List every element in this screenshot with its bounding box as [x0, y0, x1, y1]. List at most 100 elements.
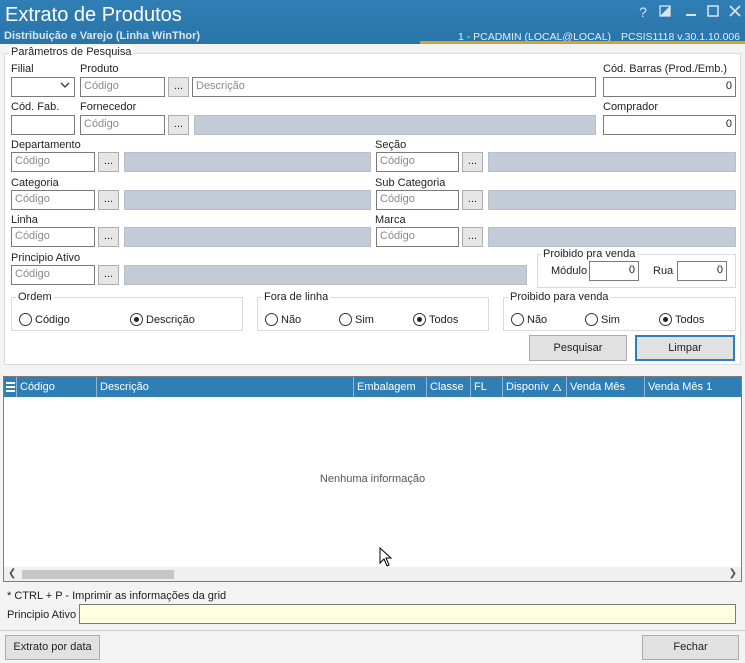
linha-label: Linha	[11, 214, 38, 226]
filial-label: Filial	[11, 63, 34, 75]
sub-categoria-code-input[interactable]: Código	[376, 190, 459, 210]
grid-empty-message: Nenhuma informação	[319, 473, 426, 485]
rua-input[interactable]: 0	[677, 261, 727, 281]
radio-icon	[413, 313, 426, 326]
results-grid[interactable]: Código Descrição Embalagem Classe FL Dis…	[3, 376, 742, 582]
categoria-code-input[interactable]: Código	[11, 190, 95, 210]
fornecedor-description-field	[194, 115, 596, 135]
fechar-button[interactable]: Fechar	[642, 635, 739, 660]
grid-col-embalagem[interactable]: Embalagem	[354, 377, 427, 397]
fora-de-linha-legend: Fora de linha	[262, 291, 331, 303]
radio-icon	[265, 313, 278, 326]
print-hint: * CTRL + P - Imprimir as informações da …	[7, 590, 227, 602]
comprador-input[interactable]: 0	[603, 115, 736, 135]
ordem-option-codigo[interactable]: Código	[19, 313, 70, 326]
grid-col-fl[interactable]: FL	[471, 377, 503, 397]
principio-ativo-description-field	[124, 265, 527, 285]
radio-icon	[511, 313, 524, 326]
cod-barras-label: Cód. Barras (Prod./Emb.)	[603, 63, 728, 75]
proibido-option-nao[interactable]: Não	[511, 313, 547, 326]
cod-barras-input[interactable]: 0	[603, 77, 736, 97]
maximize-icon[interactable]	[704, 4, 722, 20]
secao-label: Seção	[375, 139, 407, 151]
sort-ascending-icon	[553, 384, 561, 391]
title-accent-bar	[420, 41, 745, 44]
produto-lookup-button[interactable]: ...	[168, 77, 189, 97]
fora-de-linha-option-label: Não	[281, 313, 302, 326]
fornecedor-lookup-button[interactable]: ...	[168, 115, 189, 135]
departamento-description-field	[124, 152, 371, 172]
ordem-option-descricao[interactable]: Descrição	[130, 313, 195, 326]
departamento-lookup-button[interactable]: ...	[98, 152, 119, 172]
proibido-option-sim[interactable]: Sim	[585, 313, 620, 326]
filial-select[interactable]	[11, 77, 75, 97]
grid-col-venda-mes-1[interactable]: Venda Mês 1	[645, 377, 741, 397]
secao-description-field	[488, 152, 736, 172]
grid-col-venda-mes[interactable]: Venda Mês	[567, 377, 645, 397]
grid-col-disponivel[interactable]: Disponív	[503, 377, 567, 397]
scroll-right-icon[interactable]: ❯	[729, 567, 737, 581]
fora-de-linha-option-sim[interactable]: Sim	[339, 313, 374, 326]
marca-description-field	[488, 227, 736, 247]
scroll-left-icon[interactable]: ❮	[8, 567, 16, 581]
chevron-down-icon	[60, 81, 70, 92]
linha-lookup-button[interactable]: ...	[98, 227, 119, 247]
radio-icon	[339, 313, 352, 326]
produto-code-input[interactable]: Código	[80, 77, 165, 97]
radio-icon	[130, 313, 143, 326]
fornecedor-label: Fornecedor	[80, 101, 137, 113]
cod-fab-input[interactable]	[11, 115, 75, 135]
grid-col-codigo[interactable]: Código	[17, 377, 97, 397]
grid-col-classe[interactable]: Classe	[427, 377, 471, 397]
grid-header: Código Descrição Embalagem Classe FL Dis…	[4, 377, 741, 397]
pesquisar-button[interactable]: Pesquisar	[529, 335, 627, 361]
restore-layout-icon[interactable]	[656, 4, 674, 20]
extrato-por-data-button[interactable]: Extrato por data	[5, 635, 100, 660]
produto-description-input[interactable]: Descrição	[192, 77, 596, 97]
categoria-lookup-button[interactable]: ...	[98, 190, 119, 210]
grid-horizontal-scrollbar[interactable]: ❮ ❯	[4, 567, 741, 581]
search-params-legend: Parâmetros de Pesquisa	[9, 46, 134, 58]
proibido-para-venda-legend: Proibido para venda	[508, 291, 611, 303]
linha-code-input[interactable]: Código	[11, 227, 95, 247]
grid-menu-icon[interactable]	[4, 377, 17, 397]
categoria-description-field	[124, 190, 371, 210]
ordem-legend: Ordem	[16, 291, 54, 303]
help-icon[interactable]: ?	[634, 4, 652, 20]
marca-lookup-button[interactable]: ...	[462, 227, 483, 247]
proibido-option-label: Não	[527, 313, 548, 326]
footer-principio-field	[79, 604, 736, 624]
departamento-label: Departamento	[11, 139, 81, 151]
footer-divider	[0, 630, 745, 631]
secao-lookup-button[interactable]: ...	[462, 152, 483, 172]
fora-de-linha-option-nao[interactable]: Não	[265, 313, 301, 326]
secao-code-input[interactable]: Código	[376, 152, 459, 172]
principio-ativo-code-input[interactable]: Código	[11, 265, 95, 285]
proibido-pra-venda-legend: Proibido pra venda	[541, 248, 638, 260]
sub-categoria-lookup-button[interactable]: ...	[462, 190, 483, 210]
grid-col-descricao[interactable]: Descrição	[97, 377, 354, 397]
proibido-option-label: Sim	[601, 313, 620, 326]
limpar-button[interactable]: Limpar	[635, 335, 735, 361]
minimize-icon[interactable]	[682, 4, 700, 20]
cod-fab-label: Cód. Fab.	[11, 101, 60, 113]
fora-de-linha-option-todos[interactable]: Todos	[413, 313, 458, 326]
close-icon[interactable]	[726, 4, 744, 20]
sub-categoria-description-field	[488, 190, 736, 210]
grid-col-disponivel-label: Disponív	[506, 381, 549, 393]
fornecedor-code-input[interactable]: Código	[80, 115, 165, 135]
linha-description-field	[124, 227, 371, 247]
modulo-label: Módulo	[551, 265, 588, 277]
fora-de-linha-option-label: Sim	[355, 313, 374, 326]
modulo-input[interactable]: 0	[589, 261, 639, 281]
proibido-option-todos[interactable]: Todos	[659, 313, 704, 326]
window-subtitle: Distribuição e Varejo (Linha WinThor)	[4, 30, 201, 42]
rua-label: Rua	[653, 265, 674, 277]
scrollbar-thumb[interactable]	[22, 570, 174, 579]
principio-ativo-lookup-button[interactable]: ...	[98, 265, 119, 285]
marca-code-input[interactable]: Código	[376, 227, 459, 247]
radio-icon	[19, 313, 32, 326]
window-title: Extrato de Produtos	[5, 4, 182, 26]
departamento-code-input[interactable]: Código	[11, 152, 95, 172]
fora-de-linha-option-label: Todos	[429, 313, 459, 326]
